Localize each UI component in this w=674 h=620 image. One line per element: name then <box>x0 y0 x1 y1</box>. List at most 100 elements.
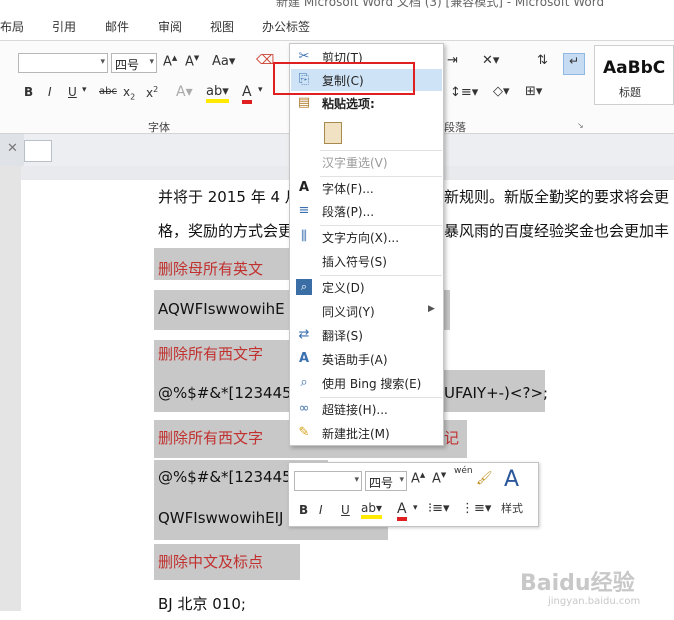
font-name-combo[interactable]: ▾ <box>18 53 108 73</box>
font-color-icon[interactable]: A <box>242 84 252 104</box>
doc-line-right[interactable]: 新规则。新版全勤奖的要求将会更 <box>444 186 669 207</box>
vertical-ruler[interactable] <box>0 166 21 611</box>
define-icon: ⌕ <box>296 279 312 295</box>
show-marks-icon[interactable]: ↵ <box>563 53 585 75</box>
mini-font-size-combo[interactable]: 四号 ▾ <box>365 471 407 491</box>
chevron-down-icon[interactable]: ▾ <box>413 503 418 513</box>
bold-icon[interactable]: B <box>299 503 308 517</box>
doc-line-right[interactable]: 暴风雨的百度经验奖金也会更加丰 <box>444 220 669 241</box>
menu-item-define[interactable]: ⌕ 定义(D) <box>290 276 443 298</box>
chevron-right-icon: ▶ <box>428 304 435 314</box>
doc-line[interactable]: QWFIswwowihEIJ <box>158 509 284 527</box>
tab-review[interactable]: 审阅 <box>158 18 182 35</box>
menu-item-paragraph[interactable]: ≡ 段落(P)... <box>290 200 443 222</box>
menu-item-hanzi-reselect[interactable]: 汉字重选(V) <box>290 151 443 173</box>
tab-references[interactable]: 引用 <box>52 18 76 35</box>
annotation-red-box <box>273 62 415 95</box>
highlight-color-icon[interactable]: ab▾ <box>206 84 229 103</box>
bullets-icon[interactable]: ⁝≡▾ <box>428 501 450 516</box>
doc-line[interactable]: 删除所有西文字 <box>158 343 263 364</box>
paragraph-icon: ≡ <box>298 203 310 218</box>
shrink-font-icon[interactable]: A▼ <box>432 471 446 486</box>
chevron-down-icon: ▾ <box>354 475 359 485</box>
chevron-down-icon[interactable]: ▾ <box>258 85 263 95</box>
new-comment-icon: ✎ <box>298 425 310 440</box>
chevron-down-icon: ▾ <box>149 57 154 67</box>
doc-line[interactable]: 格，奖励的方式会更 <box>158 220 293 241</box>
style-gallery-heading[interactable]: AaBbC 标题 <box>594 45 674 105</box>
chevron-down-icon[interactable]: ▾ <box>82 85 87 95</box>
menu-item-bing-search[interactable]: ⌕ 使用 Bing 搜索(E) <box>290 372 443 394</box>
ribbon-tabs: 布局 引用 邮件 审阅 视图 办公标签 <box>0 14 674 40</box>
paragraph-group-label: 段落 <box>444 121 466 134</box>
doc-line[interactable]: @%$#&*[123445 <box>158 468 292 486</box>
tab-mailings[interactable]: 邮件 <box>105 18 129 35</box>
grow-font-icon[interactable]: A▲ <box>163 54 177 69</box>
sort-icon[interactable]: ⇅ <box>537 53 548 68</box>
doc-line[interactable]: 删除中文及标点 <box>158 551 263 572</box>
menu-item-hyperlink[interactable]: ∞ 超链接(H)... <box>290 398 443 420</box>
style-preview: AaBbC <box>603 58 666 78</box>
increase-indent-icon[interactable]: ⇥ <box>447 53 458 68</box>
menu-item-font[interactable]: A 字体(F)... <box>290 177 443 199</box>
underline-icon[interactable]: U <box>68 85 77 99</box>
highlight-color-icon[interactable]: ab▾ <box>361 501 382 519</box>
doc-line[interactable]: AQWFIswwowihE <box>158 300 285 318</box>
numbering-icon[interactable]: ⋮≡▾ <box>461 501 491 516</box>
underline-icon[interactable]: U <box>341 503 350 517</box>
text-direction-icon: ⫼ <box>301 229 307 244</box>
change-case-icon[interactable]: Aa▾ <box>212 54 235 69</box>
shading-icon[interactable]: ◇▾ <box>493 84 510 99</box>
doc-line[interactable]: @%$#&*[123445 <box>158 384 292 402</box>
styles-icon[interactable]: A <box>504 467 519 492</box>
phonetic-guide-icon[interactable]: wén <box>454 466 473 476</box>
font-size-combo[interactable]: 四号 ▾ <box>111 53 157 73</box>
paste-keep-text-button[interactable] <box>320 120 346 146</box>
menu-item-text-direction[interactable]: ⫼ 文字方向(X)... <box>290 226 443 248</box>
menu-item-english-assistant[interactable]: A 英语助手(A) <box>290 348 443 370</box>
format-painter-icon[interactable]: 🖌 <box>476 471 493 486</box>
watermark-logo: Baidu经验 <box>520 571 635 596</box>
text-effects-icon[interactable]: A▾ <box>176 84 193 100</box>
watermark-url: jingyan.baidu.com <box>548 596 641 607</box>
grow-font-icon[interactable]: A▲ <box>411 471 425 486</box>
menu-item-insert-symbol[interactable]: 插入符号(S) <box>290 250 443 272</box>
dialog-launcher-icon[interactable]: ↘ <box>577 121 584 130</box>
doc-line[interactable]: 删除所有西文字 <box>158 427 263 448</box>
menu-item-new-comment[interactable]: ✎ 新建批注(M) <box>290 422 443 444</box>
doc-line[interactable]: 删除母所有英文 <box>158 258 263 279</box>
doc-line[interactable]: 并将于 2015 年 4 月 <box>158 186 300 207</box>
clear-format-icon[interactable]: ⌫ <box>256 53 274 68</box>
context-menu: ✂ 剪切(T) ⎘ 复制(C) ▤ 粘贴选项: 汉字重选(V) A 字体(F).… <box>289 43 444 446</box>
chevron-down-icon: ▾ <box>399 475 404 485</box>
tab-layout[interactable]: 布局 <box>0 18 24 35</box>
subscript-icon[interactable]: x2 <box>123 85 135 101</box>
borders-icon[interactable]: ⊞▾ <box>525 84 542 99</box>
styles-label: 样式 <box>501 502 523 515</box>
close-icon[interactable]: ✕ <box>7 141 18 156</box>
translate-icon: ⇄ <box>298 327 310 342</box>
tab-view[interactable]: 视图 <box>210 18 234 35</box>
hyperlink-icon: ∞ <box>298 401 310 416</box>
italic-icon[interactable]: I <box>319 503 323 517</box>
tab-office-tabs[interactable]: 办公标签 <box>262 18 310 35</box>
style-name: 标题 <box>619 86 641 99</box>
superscript-icon[interactable]: x2 <box>146 85 158 100</box>
font-color-icon[interactable]: A <box>397 501 407 521</box>
mini-font-name-combo[interactable]: ▾ <box>294 471 362 491</box>
chevron-down-icon: ▾ <box>100 57 105 67</box>
shrink-font-icon[interactable]: A▼ <box>185 54 199 69</box>
doc-line-right[interactable]: 记 <box>444 427 459 448</box>
doc-line-right[interactable]: UFAIY+-)<?>; <box>444 384 548 402</box>
line-spacing-icon[interactable]: ↕≡▾ <box>450 85 478 100</box>
italic-icon[interactable]: I <box>48 85 52 99</box>
mini-toolbar: ▾ 四号 ▾ A▲ A▼ wén 🖌 A 样式 B I U ab▾ A ▾ ⁝≡… <box>288 462 539 527</box>
strikethrough-icon[interactable]: abc <box>99 86 117 97</box>
document-tab[interactable] <box>24 140 52 162</box>
menu-item-translate[interactable]: ⇄ 翻译(S) <box>290 324 443 346</box>
chinese-layout-icon[interactable]: ✕▾ <box>482 53 499 68</box>
bold-icon[interactable]: B <box>24 85 33 99</box>
title-bar: 新建 Microsoft Word 文档 (3) [兼容模式] - Micros… <box>0 0 674 14</box>
paste-icon: ▤ <box>297 95 311 110</box>
menu-item-synonyms[interactable]: 同义词(Y) ▶ <box>290 300 443 322</box>
